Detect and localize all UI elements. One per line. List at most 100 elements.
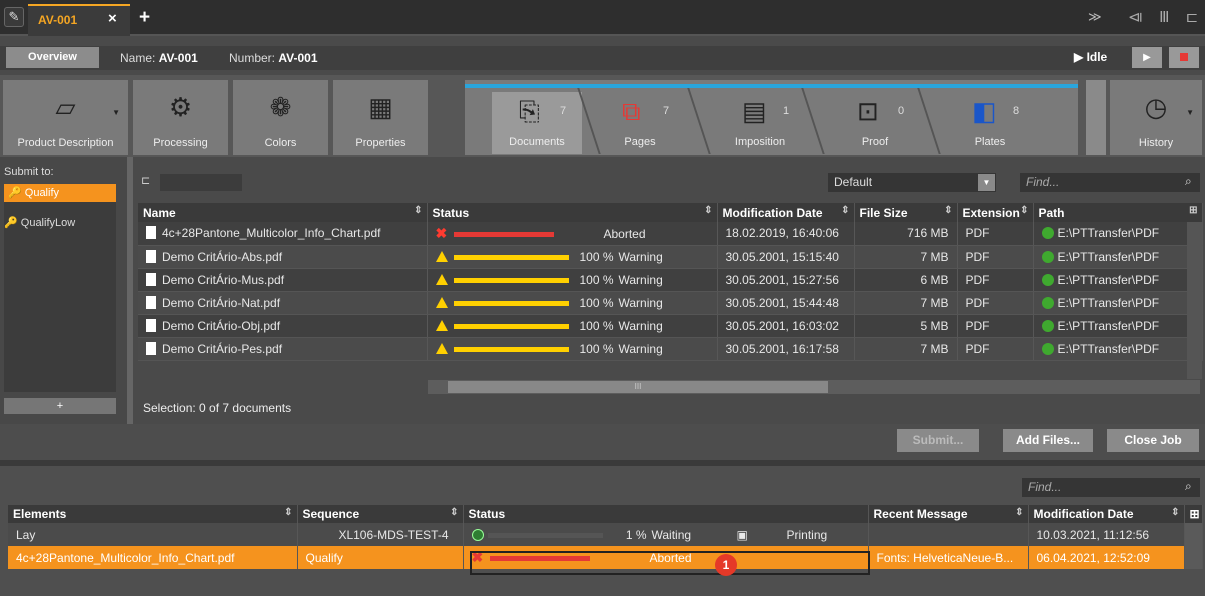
step-proof[interactable]: ⊡ 0 Proof	[830, 92, 920, 152]
number-value: AV-001	[278, 51, 318, 65]
window-controls-icon[interactable]: ⧏ Ⅲ ⊏	[1128, 8, 1204, 26]
step-imposition[interactable]: ▤ 1 Imposition	[715, 92, 805, 152]
sort-icon: ⇕	[841, 205, 850, 216]
table-row[interactable]: Demo CritÁrio-Nat.pdf 100 % Warning 30.05…	[138, 291, 1203, 315]
play-button[interactable]: ▶	[1132, 47, 1162, 68]
column-sequence[interactable]: Sequence ⇕	[297, 505, 464, 523]
colors-button[interactable]: ❁ Colors	[233, 80, 328, 155]
path-text: E:\PTTransfer\PDF	[1057, 272, 1160, 287]
table-row[interactable]: 4c+28Pantone_Multicolor_Info_Chart.pdf ✖…	[138, 222, 1203, 246]
column-elements[interactable]: Elements ⇕	[8, 505, 298, 523]
column-status[interactable]: Status	[463, 505, 869, 523]
progress-bar	[453, 300, 569, 306]
cell-extension: PDF	[957, 268, 1034, 292]
path-text: E:\PTTransfer\PDF	[1057, 226, 1160, 241]
status-ok-icon	[471, 528, 484, 541]
find-input[interactable]: Find...	[1022, 478, 1200, 497]
filter-input[interactable]	[160, 174, 242, 191]
add-files-button[interactable]: Add Files...	[1003, 429, 1093, 452]
column-label: Modification Date	[722, 205, 823, 220]
scrollbar-track[interactable]	[1184, 546, 1203, 569]
table-header: Elements ⇕ Sequence ⇕ Status Recent Messag…	[8, 505, 1203, 523]
cell-path: E:\PTTransfer\PDF	[1033, 291, 1203, 315]
column-path[interactable]: Path ⊞	[1033, 203, 1203, 222]
column-chooser[interactable]: ⊞	[1184, 505, 1203, 523]
table-row[interactable]: Demo CritÁrio-Abs.pdf 100 % Warning 30.05…	[138, 245, 1203, 269]
submit-target-qualifylow[interactable]: 🔑 QualifyLow	[4, 216, 75, 229]
cell-name: Demo CritÁrio-Nat.pdf	[138, 291, 428, 315]
job-tab[interactable]: AV-001 ×	[28, 4, 130, 36]
status-percent: 100 %	[579, 318, 614, 333]
search-icon[interactable]: ⌕	[1185, 479, 1192, 494]
stop-button[interactable]	[1169, 47, 1199, 68]
cell-name: Demo CritÁrio-Pes.pdf	[138, 337, 428, 361]
tool-label: Colors	[264, 137, 297, 149]
view-select[interactable]: Default	[828, 173, 996, 192]
product-description-button[interactable]: ▱ ▼ Product Description	[3, 80, 128, 155]
cell-size: 5 MB	[854, 314, 958, 338]
column-label: File Size	[859, 205, 908, 220]
vertical-scrollbar[interactable]	[1184, 523, 1203, 546]
name-label: Name:	[120, 51, 156, 65]
scrollbar-thumb[interactable]: III	[448, 381, 828, 393]
column-chooser-icon: ⊞	[1189, 507, 1200, 521]
column-label: Status	[432, 205, 470, 220]
column-label: Status	[468, 507, 506, 521]
file-name: Demo CritÁrio-Pes.pdf	[162, 341, 283, 356]
column-modification-date[interactable]: Modification Date ⇕	[1028, 505, 1185, 523]
submit-button[interactable]: Submit...	[897, 429, 979, 452]
step-plates[interactable]: ◧ 8 Plates	[945, 92, 1035, 152]
cell-extension: PDF	[957, 245, 1034, 269]
table-row[interactable]: Demo CritÁrio-Obj.pdf 100 % Warning 30.05…	[138, 314, 1203, 338]
column-extension[interactable]: Extension ⇕	[957, 203, 1034, 222]
column-chooser-icon[interactable]: ⊞	[1189, 205, 1197, 216]
sort-icon: ⇕	[414, 205, 423, 216]
cell-extension: PDF	[957, 314, 1034, 338]
add-target-button[interactable]: +	[4, 398, 116, 414]
close-job-button[interactable]: Close Job	[1107, 429, 1199, 452]
column-name[interactable]: Name ⇕	[138, 203, 428, 222]
cell-path: E:\PTTransfer\PDF	[1033, 337, 1203, 361]
step-documents[interactable]: ⎘ 7 Documents	[492, 92, 582, 152]
search-icon[interactable]: ⌕	[1185, 174, 1192, 189]
cell-date: 30.05.2001, 15:27:56	[717, 268, 855, 292]
status-percent: 100 %	[579, 249, 614, 264]
cell-size: 6 MB	[854, 268, 958, 292]
file-icon	[146, 226, 156, 240]
chevron-down-icon[interactable]: ≫	[1088, 9, 1102, 25]
cell-date: 10.03.2021, 11:12:56	[1028, 523, 1185, 546]
table-settings-icon[interactable]: ⊏	[141, 174, 150, 187]
vertical-scrollbar[interactable]	[1187, 222, 1202, 379]
status-ok-icon	[1041, 296, 1054, 309]
table-row[interactable]: Demo CritÁrio-Mus.pdf 100 % Warning 30.05…	[138, 268, 1203, 292]
step-pages[interactable]: ⧉ 7 Pages	[595, 92, 685, 152]
document-card-icon: ▱	[55, 92, 76, 122]
column-size[interactable]: File Size ⇕	[854, 203, 958, 222]
cell-message	[868, 523, 1029, 546]
steps-scroll-right[interactable]	[1086, 80, 1106, 155]
overview-button[interactable]: Overview	[6, 47, 99, 68]
close-tab-icon[interactable]: ×	[108, 10, 117, 27]
step-count: 8	[1013, 105, 1020, 117]
column-recent-message[interactable]: Recent Message ⇕	[868, 505, 1029, 523]
message-count-badge[interactable]: 1	[715, 554, 737, 576]
workflow-progress-line	[465, 84, 1078, 88]
column-date[interactable]: Modification Date ⇕	[717, 203, 855, 222]
cell-name: 4c+28Pantone_Multicolor_Info_Chart.pdf	[138, 222, 428, 246]
processing-button[interactable]: ⚙ Processing	[133, 80, 228, 155]
status-text: Warning	[618, 295, 663, 310]
chevron-down-icon[interactable]: ▼	[978, 174, 995, 191]
submit-to-label: Submit to:	[4, 166, 54, 178]
table-row[interactable]: Demo CritÁrio-Pes.pdf 100 % Warning 30.05…	[138, 337, 1203, 361]
column-status[interactable]: Status ⇕	[427, 203, 718, 222]
submit-target-qualify[interactable]: 🔑 Qualify	[4, 184, 116, 202]
table-row[interactable]: Lay XL106-MDS-TEST-4 1 % Waiting ▣ Printing…	[8, 523, 1203, 546]
cell-path: E:\PTTransfer\PDF	[1033, 245, 1203, 269]
find-input[interactable]: Find...	[1020, 173, 1200, 192]
history-button[interactable]: ◷ ▼ History	[1110, 80, 1202, 155]
new-tab-button[interactable]: +	[139, 7, 150, 29]
properties-button[interactable]: ▦ Properties	[333, 80, 428, 155]
cell-date: 30.05.2001, 16:03:02	[717, 314, 855, 338]
target-label: QualifyLow	[20, 217, 76, 229]
cell-sequence: Qualify	[297, 546, 464, 569]
